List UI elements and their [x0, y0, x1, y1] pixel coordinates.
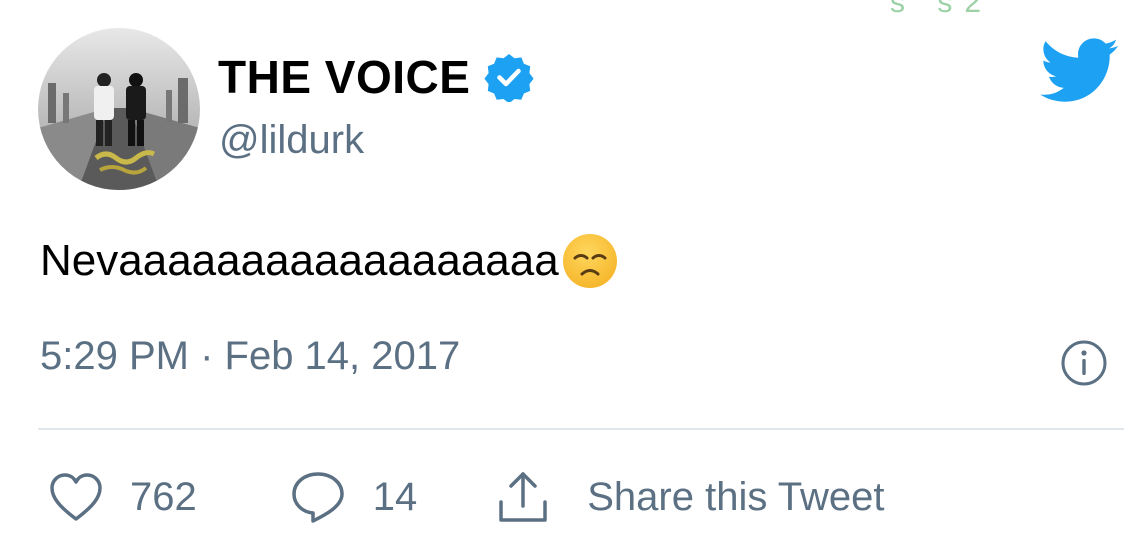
like-button[interactable]: 762: [48, 471, 197, 523]
like-count: 762: [130, 474, 197, 519]
heart-icon: [48, 471, 104, 523]
avatar-image: [38, 28, 200, 190]
info-icon[interactable]: [1059, 338, 1109, 388]
display-name[interactable]: THE VOICE: [218, 50, 470, 104]
share-upload-icon: [495, 468, 551, 526]
reply-bubble-icon: [289, 468, 347, 526]
avatar[interactable]: [38, 28, 200, 190]
tweet-actions: 762 14 Share this Tweet: [48, 466, 884, 528]
twitter-bird-icon[interactable]: [1040, 38, 1120, 104]
reply-count: 14: [372, 474, 418, 519]
tweet-timestamp[interactable]: 5:29 PM · Feb 14, 2017: [40, 334, 460, 379]
disappointed-face-icon: [561, 232, 619, 290]
reply-button[interactable]: 14: [289, 468, 418, 526]
cropped-status-glyph: s s2: [890, 0, 994, 19]
divider: [38, 428, 1124, 430]
tweet-body: Nevaaaaaaaaaaaaaaaaaa: [40, 236, 559, 285]
tweet-card: s s2 THE VOICE @lildurk Nevaaaaaaaaaaaaa…: [0, 0, 1148, 535]
share-button[interactable]: Share this Tweet: [495, 468, 884, 526]
share-label: Share this Tweet: [587, 474, 885, 519]
user-handle[interactable]: @lildurk: [219, 118, 364, 163]
verified-badge-icon: [484, 52, 535, 104]
display-name-row: THE VOICE: [218, 48, 535, 106]
tweet-text: Nevaaaaaaaaaaaaaaaaaa: [40, 232, 619, 290]
